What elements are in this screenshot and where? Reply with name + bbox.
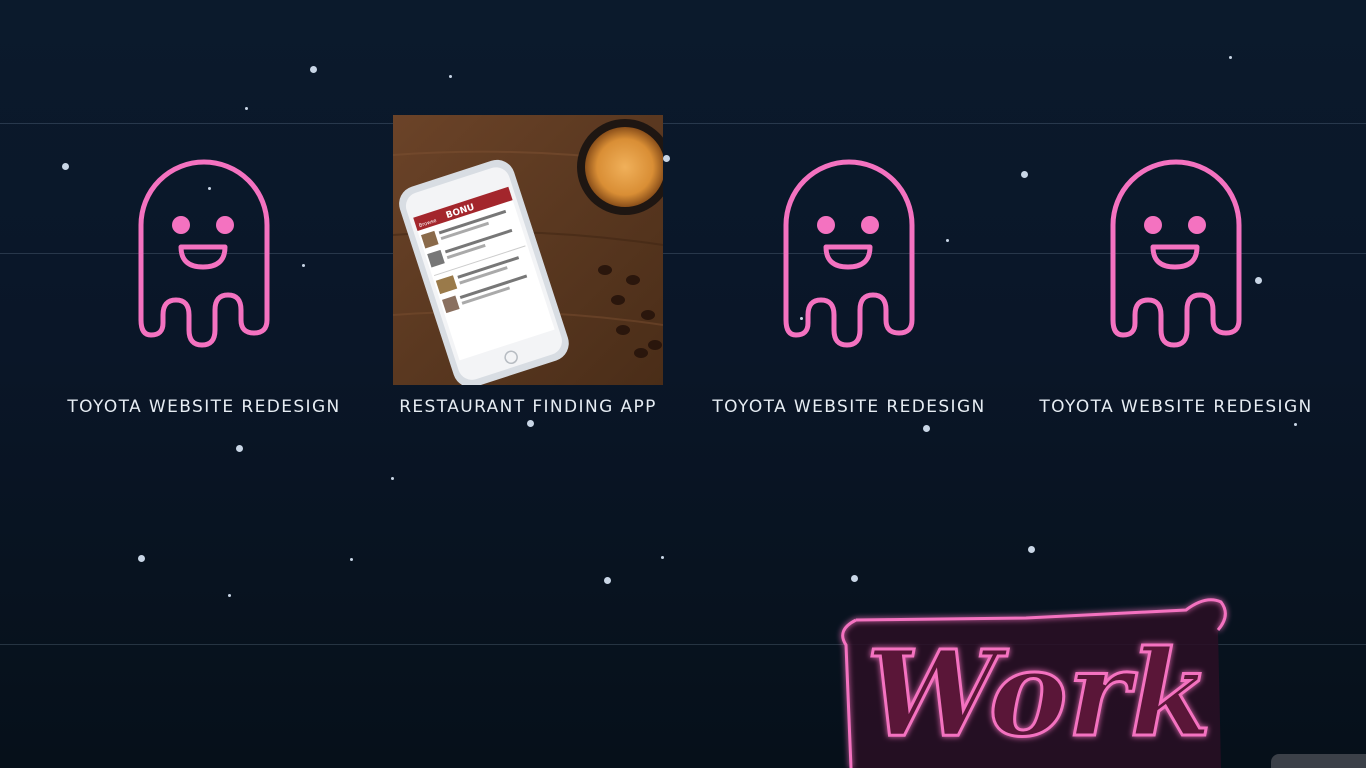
star bbox=[1028, 546, 1035, 553]
project-card-toyota-1[interactable]: TOYOTA WEBSITE REDESIGN bbox=[44, 115, 364, 425]
star bbox=[228, 594, 231, 597]
star bbox=[923, 425, 930, 432]
ghost-icon bbox=[129, 155, 279, 350]
project-card-toyota-2[interactable]: TOYOTA WEBSITE REDESIGN bbox=[689, 115, 1009, 425]
star bbox=[1229, 56, 1232, 59]
neon-work-sign: Work bbox=[826, 590, 1246, 768]
project-card-restaurant-app[interactable]: BONU Browse RESTAURANT FINDING APP bbox=[368, 115, 688, 425]
corner-tab[interactable] bbox=[1271, 754, 1366, 768]
project-title[interactable]: TOYOTA WEBSITE REDESIGN bbox=[44, 397, 364, 417]
phone-photo: BONU Browse bbox=[393, 115, 663, 385]
ghost-icon bbox=[774, 155, 924, 350]
project-title[interactable]: TOYOTA WEBSITE REDESIGN bbox=[1016, 397, 1336, 417]
star bbox=[236, 445, 243, 452]
ghost-icon bbox=[1101, 155, 1251, 350]
star bbox=[245, 107, 248, 110]
neon-text: Work bbox=[866, 624, 1212, 763]
star bbox=[604, 577, 611, 584]
project-title[interactable]: RESTAURANT FINDING APP bbox=[368, 397, 688, 417]
project-card-toyota-3[interactable]: TOYOTA WEBSITE REDESIGN bbox=[1016, 115, 1336, 425]
star bbox=[661, 556, 664, 559]
star bbox=[350, 558, 353, 561]
star bbox=[391, 477, 394, 480]
star bbox=[310, 66, 317, 73]
star bbox=[138, 555, 145, 562]
star bbox=[851, 575, 858, 582]
project-title[interactable]: TOYOTA WEBSITE REDESIGN bbox=[689, 397, 1009, 417]
star bbox=[449, 75, 452, 78]
